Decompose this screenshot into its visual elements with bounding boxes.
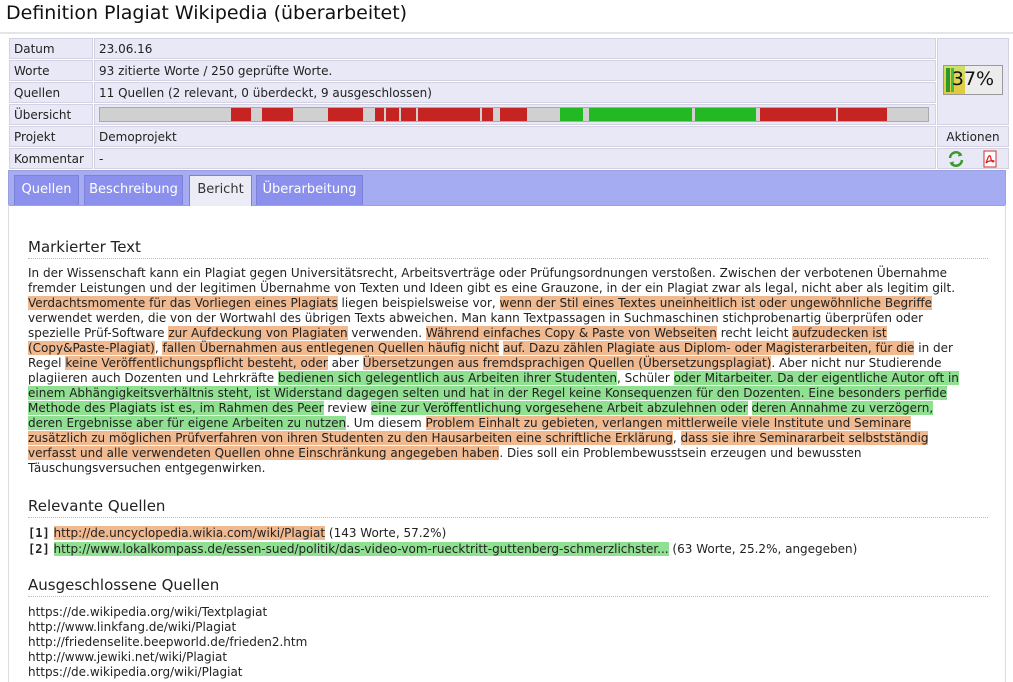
info-label-datum: Datum xyxy=(9,38,93,59)
info-value-quellen: 11 Quellen (2 relevant, 0 überdeckt, 9 a… xyxy=(94,82,936,103)
pdf-icon[interactable] xyxy=(981,150,999,168)
marked-passage[interactable]: keine Veröffentlichungspflicht besteht, … xyxy=(65,356,328,370)
tab-bar: Quellen Beschreibung Bericht Überarbeitu… xyxy=(8,170,1006,206)
marked-passage[interactable]: zur Aufdeckung von Plagiaten xyxy=(168,326,348,340)
info-value-projekt: Demoprojekt xyxy=(94,126,936,147)
relevant-source-item: [1] http://de.uncyclopedia.wikia.com/wik… xyxy=(28,525,988,541)
text-passage: verwenden. xyxy=(347,326,426,340)
source-stats: (63 Worte, 25.2%, angegeben) xyxy=(668,542,858,556)
excluded-sources-heading: Ausgeschlossene Quellen xyxy=(28,576,988,597)
excluded-source-item: http://friedenselite.beepworld.de/friede… xyxy=(28,635,308,649)
overview-segment-red[interactable] xyxy=(400,108,417,121)
tab-bericht[interactable]: Bericht xyxy=(189,175,252,206)
actions-cell xyxy=(937,148,1009,169)
relevant-sources-list: [1] http://de.uncyclopedia.wikia.com/wik… xyxy=(28,525,988,557)
overview-segment-red[interactable] xyxy=(262,108,293,121)
excluded-source-item: http://www.jewiki.net/wiki/Plagiat xyxy=(28,650,228,664)
source-number: [1] xyxy=(28,526,50,540)
report-content: Markierter Text In der Wissenschaft kann… xyxy=(8,205,1006,682)
overview-segment-red[interactable] xyxy=(385,108,399,121)
text-passage: In der Wissenschaft kann ein Plagiat geg… xyxy=(28,266,956,295)
overview-segment-red[interactable] xyxy=(327,108,364,121)
source-link[interactable]: http://www.lokalkompass.de/essen-sued/po… xyxy=(53,542,669,556)
text-passage: . Um diesem xyxy=(346,416,426,430)
source-number: [2] xyxy=(28,542,50,556)
info-value-uebersicht xyxy=(94,104,936,125)
marked-passage[interactable]: Verdachtsmomente für das Vorliegen eines… xyxy=(28,296,338,310)
excluded-source-item: https://de.wikipedia.org/wiki/Plagiat xyxy=(28,665,243,679)
source-link[interactable]: http://de.uncyclopedia.wikia.com/wiki/Pl… xyxy=(53,526,326,540)
overview-segment-red[interactable] xyxy=(417,108,481,121)
percent-text: 37% xyxy=(951,68,995,90)
info-label-quellen: Quellen xyxy=(9,82,93,103)
marked-text: In der Wissenschaft kann ein Plagiat geg… xyxy=(28,266,964,476)
refresh-icon[interactable] xyxy=(947,150,965,168)
marked-passage[interactable]: eine zur Veröffentlichung vorgesehene Ar… xyxy=(370,401,748,415)
info-table: Datum 23.06.16 37% Worte 93 zitierte Wor… xyxy=(8,37,1010,170)
info-label-worte: Worte xyxy=(9,60,93,81)
text-passage: review xyxy=(323,401,371,415)
overview-segment-red[interactable] xyxy=(481,108,494,121)
text-passage: recht leicht xyxy=(716,326,793,340)
marked-passage[interactable]: fallen Übernahmen aus entlegenen Quellen… xyxy=(162,341,500,355)
text-passage: , Schüler xyxy=(617,371,674,385)
overview-segment-green[interactable] xyxy=(559,108,583,121)
marked-passage[interactable]: bedienen sich gelegentlich aus Arbeiten … xyxy=(278,371,618,385)
relevant-source-item: [2] http://www.lokalkompass.de/essen-sue… xyxy=(28,541,988,557)
tab-beschreibung[interactable]: Beschreibung xyxy=(84,175,183,205)
overview-segment-red[interactable] xyxy=(837,108,887,121)
text-passage: , xyxy=(672,431,681,445)
overview-segment-red[interactable] xyxy=(499,108,528,121)
overview-segment-red[interactable] xyxy=(374,108,384,121)
percent-indicator: 37% xyxy=(943,65,1003,95)
percent-cell: 37% xyxy=(937,38,1009,125)
tab-ueberarbeitung[interactable]: Überarbeitung xyxy=(256,175,363,205)
excluded-source-item: https://de.wikipedia.org/wiki/Textplagia… xyxy=(28,605,268,619)
relevant-sources-heading: Relevante Quellen xyxy=(28,497,988,518)
info-label-kommentar: Kommentar xyxy=(9,148,93,169)
excluded-source-item: http://www.linkfang.de/wiki/Plagiat xyxy=(28,620,237,634)
excluded-sources-list: https://de.wikipedia.org/wiki/Textplagia… xyxy=(28,605,307,680)
marked-passage[interactable]: Während einfaches Copy & Paste von Webse… xyxy=(425,326,717,340)
marked-passage[interactable]: Übersetzungen aus fremdsprachigen Quelle… xyxy=(362,356,772,370)
info-value-datum: 23.06.16 xyxy=(94,38,936,59)
text-passage: aber xyxy=(327,356,363,370)
overview-segment-red[interactable] xyxy=(759,108,837,121)
info-label-projekt: Projekt xyxy=(9,126,93,147)
page-title: Definition Plagiat Wikipedia (überarbeit… xyxy=(6,2,408,24)
title-divider xyxy=(0,32,1013,34)
marked-passage[interactable]: wenn der Stil eines Textes uneinheitlich… xyxy=(499,296,933,310)
overview-segment-green[interactable] xyxy=(588,108,693,121)
text-passage: liegen beispielsweise vor, xyxy=(337,296,500,310)
marked-text-heading: Markierter Text xyxy=(28,238,988,259)
text-passage xyxy=(748,401,752,415)
info-value-kommentar: - xyxy=(94,148,936,169)
actions-header: Aktionen xyxy=(937,126,1009,147)
info-value-worte: 93 zitierte Worte / 250 geprüfte Worte. xyxy=(94,60,936,81)
info-label-uebersicht: Übersicht xyxy=(9,104,93,125)
marked-passage[interactable]: auf. Dazu zählen Plagiate aus Diplom- od… xyxy=(503,341,915,355)
overview-segment-red[interactable] xyxy=(230,108,251,121)
overview-bar[interactable] xyxy=(99,107,929,122)
overview-segment-green[interactable] xyxy=(694,108,756,121)
tab-quellen[interactable]: Quellen xyxy=(14,175,79,205)
source-stats: (143 Worte, 57.2%) xyxy=(325,526,447,540)
